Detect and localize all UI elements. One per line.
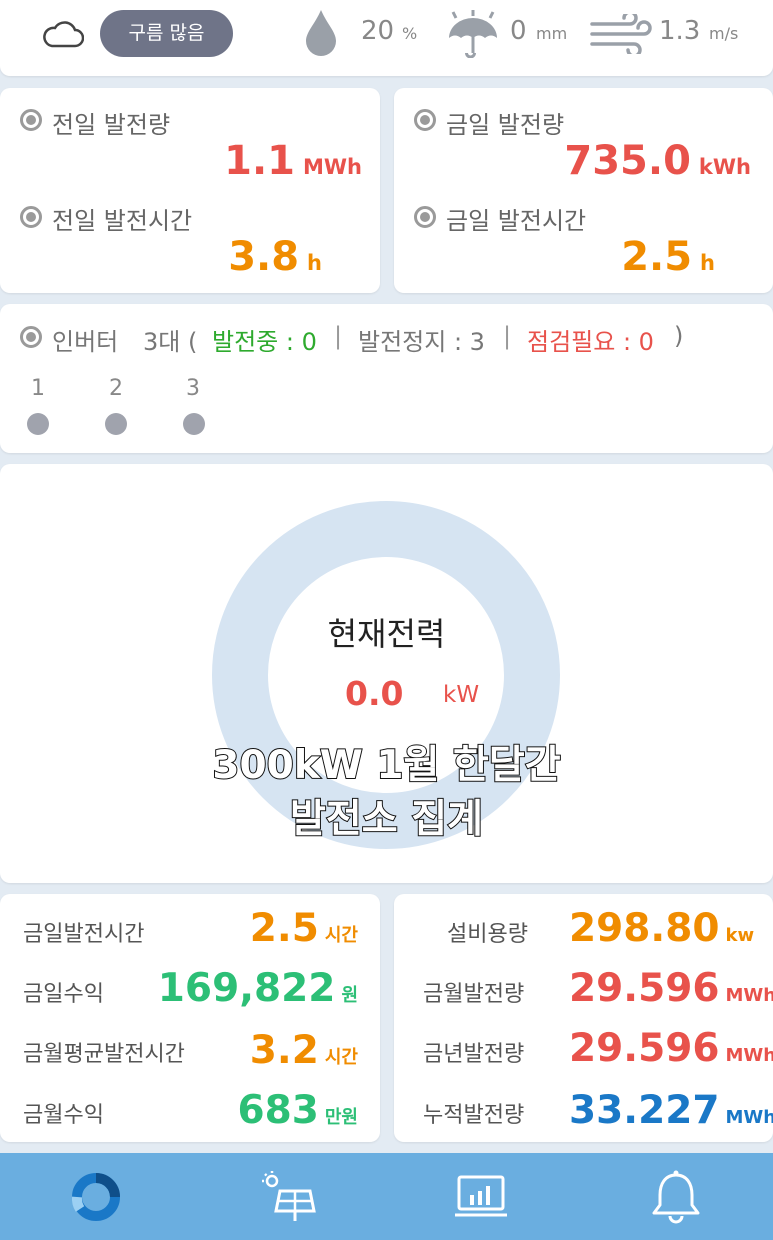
sky-status-badge: 구름 많음 — [100, 10, 233, 57]
month-gen-value: 29.596 MWh — [569, 966, 773, 1011]
inverter-number: 2 — [109, 376, 123, 401]
current-power-card: 현재전력 0.0 kW 300kW 1월 한달간 발전소 집계 — [0, 464, 773, 883]
month-gen-label: 금월발전량 — [423, 982, 525, 1007]
umbrella-rain-icon — [449, 10, 497, 58]
humidity-drop-icon — [306, 10, 336, 56]
humidity-value: 20 — [361, 16, 395, 46]
inverter-check: 점검필요 : 0 — [527, 328, 654, 356]
inverter-status-dot[interactable] — [27, 413, 49, 435]
inverter-count: 3대 ( — [143, 328, 198, 356]
today-hours-value: 2.5 시간 — [249, 906, 358, 951]
bullet-icon — [20, 326, 42, 348]
today-gen-label: 금일 발전량 — [446, 111, 565, 139]
month-revenue-label: 금월수익 — [23, 1103, 104, 1128]
prev-time-value: 3.8 h — [228, 234, 322, 280]
today-time-value: 2.5 h — [621, 234, 715, 280]
weather-bar: 구름 많음 20 % 0 mm 1.3 m/s — [0, 0, 773, 76]
today-hours-label: 금일발전시간 — [23, 922, 145, 947]
inverter-number: 1 — [31, 376, 45, 401]
wind-icon — [590, 14, 652, 54]
rain-unit: mm — [536, 24, 568, 43]
wind-value: 1.3 — [659, 16, 701, 46]
solar-panel-icon[interactable] — [258, 1169, 318, 1225]
bell-icon[interactable] — [646, 1169, 706, 1225]
divider: | — [503, 322, 512, 350]
inverter-status-dot[interactable] — [105, 413, 127, 435]
bullet-icon — [414, 206, 436, 228]
inverter-status-dot[interactable] — [183, 413, 205, 435]
wind-unit: m/s — [709, 24, 739, 43]
divider: | — [334, 322, 343, 350]
year-gen-value: 29.596 MWh — [569, 1026, 773, 1071]
overlay-caption-line1: 300kW 1월 한달간 — [211, 742, 561, 789]
inverter-label: 인버터 — [52, 328, 119, 356]
current-power-value: 0.0 — [345, 674, 404, 713]
summary-right-card: 설비용량 298.80 kw 금월발전량 29.596 MWh 금년발전량 29.5… — [394, 894, 773, 1142]
overlay-caption-line2: 발전소 집계 — [289, 796, 484, 843]
inverter-stopped: 발전정지 : 3 — [358, 328, 485, 356]
humidity-unit: % — [402, 24, 418, 43]
rain-value: 0 — [510, 16, 527, 46]
bullet-icon — [20, 109, 42, 131]
total-gen-label: 누적발전량 — [423, 1103, 525, 1128]
inverter-close: ) — [674, 322, 684, 350]
prev-time-label: 전일 발전시간 — [52, 207, 193, 235]
total-gen-value: 33.227 MWh — [569, 1088, 773, 1133]
inverter-card: 인버터 3대 ( 발전중 : 0 | 발전정지 : 3 | 점검필요 : 0 )… — [0, 304, 773, 453]
capacity-value: 298.80 kw — [569, 906, 755, 951]
today-card: 금일 발전량 735.0 kWh 금일 발전시간 2.5 h — [394, 88, 773, 293]
inverter-running: 발전중 : 0 — [212, 328, 317, 356]
current-power-title: 현재전력 — [327, 615, 446, 653]
prev-day-card: 전일 발전량 1.1 MWh 전일 발전시간 3.8 h — [0, 88, 380, 293]
inverter-number: 3 — [186, 376, 200, 401]
capacity-label: 설비용량 — [447, 922, 528, 947]
current-power-unit: kW — [443, 682, 480, 708]
today-gen-value: 735.0 kWh — [564, 138, 751, 184]
month-revenue-value: 683 만원 — [237, 1088, 358, 1133]
today-revenue-label: 금일수익 — [23, 982, 104, 1007]
month-avg-hours-label: 금월평균발전시간 — [23, 1042, 185, 1067]
summary-left-card: 금일발전시간 2.5 시간 금일수익 169,822 원 금월평균발전시간 3.2 시… — [0, 894, 380, 1142]
prev-gen-value: 1.1 MWh — [224, 138, 362, 184]
bullet-icon — [414, 109, 436, 131]
month-avg-hours-value: 3.2 시간 — [249, 1028, 358, 1073]
dashboard-icon[interactable] — [66, 1169, 126, 1225]
bullet-icon — [20, 206, 42, 228]
today-time-label: 금일 발전시간 — [446, 207, 587, 235]
chart-icon[interactable] — [451, 1169, 511, 1225]
bottom-nav — [0, 1153, 773, 1240]
year-gen-label: 금년발전량 — [423, 1042, 525, 1067]
today-revenue-value: 169,822 원 — [157, 966, 358, 1011]
prev-gen-label: 전일 발전량 — [52, 111, 171, 139]
cloud-icon — [43, 21, 84, 48]
